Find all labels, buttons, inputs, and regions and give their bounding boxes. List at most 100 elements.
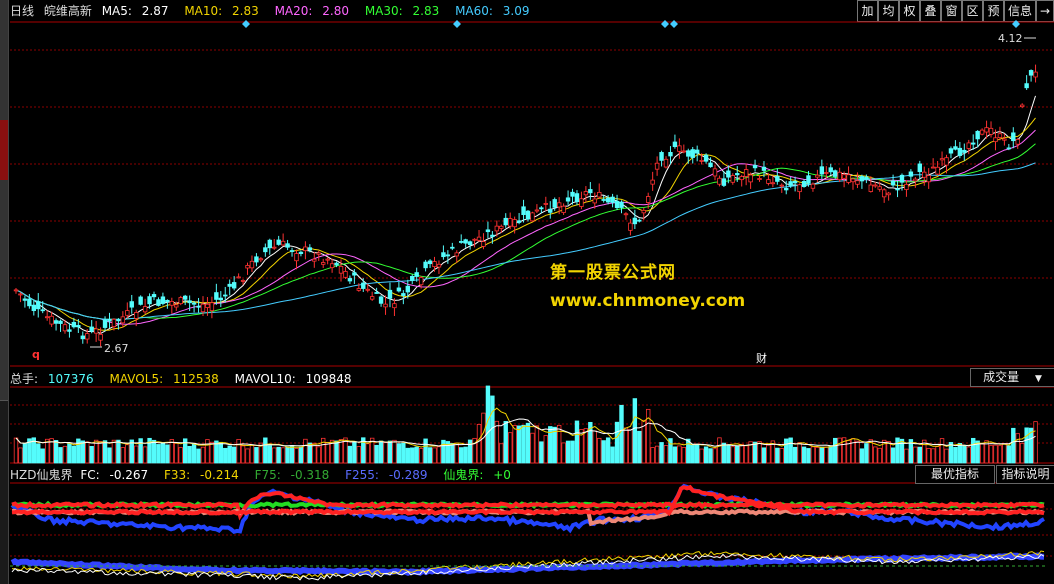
finance-marker[interactable]: 财 (756, 351, 767, 365)
candle-body (18, 293, 23, 296)
volume-bar (418, 448, 424, 464)
volume-bar (886, 441, 891, 464)
volume-bar (677, 445, 682, 464)
candle-body (530, 212, 535, 222)
candle-body (690, 149, 695, 158)
volume-bar (378, 440, 384, 464)
volume-bar (623, 427, 629, 464)
candle-body (236, 276, 241, 279)
candle-body (815, 174, 820, 178)
candle-body (828, 167, 833, 173)
volume-bar (494, 420, 500, 464)
candle-body (1024, 83, 1029, 89)
candle-body (730, 175, 735, 183)
event-diamond (1012, 20, 1020, 28)
mavol10-readout: MAVOL10: 109848 (235, 372, 358, 386)
volume-bar (503, 420, 508, 464)
volume-bar (423, 438, 428, 464)
volume-indicator-dropdown[interactable]: 成交量 ▼ (970, 368, 1054, 387)
volume-bar (775, 447, 780, 464)
volume-bar (873, 446, 878, 464)
candle-body (361, 282, 366, 289)
mavol5-label: MAVOL5: (109, 372, 164, 386)
best-indicator-button[interactable]: 最优指标 (915, 465, 995, 484)
volume-bar (779, 448, 784, 464)
candle-body (712, 168, 718, 177)
candle-body (930, 166, 936, 169)
candle-body (868, 184, 874, 192)
candle-body (454, 252, 459, 257)
volume-bar (107, 447, 112, 464)
candle-body (779, 184, 784, 187)
candle-body (165, 299, 170, 303)
volume-bar (280, 447, 286, 464)
candle-body (979, 129, 985, 135)
candle-body (939, 158, 945, 161)
volume-bar (512, 425, 517, 464)
chart-labels: 4.12 2.67 q 财 (32, 32, 1023, 365)
volume-bar (605, 437, 611, 464)
volume-bar (187, 445, 192, 464)
low-price-label: 2.67 (104, 342, 129, 355)
volume-bar (383, 442, 388, 464)
volume-bar (13, 437, 19, 464)
volume-bar (539, 441, 544, 464)
candle-body (174, 304, 179, 308)
candle-body (298, 251, 304, 255)
volume-bar (1019, 442, 1025, 464)
candle-body (276, 239, 281, 245)
candle-body (539, 207, 544, 210)
volume-bar (570, 440, 575, 464)
volume-bar (178, 447, 183, 464)
volume-bar (1024, 427, 1029, 464)
volume-bar (441, 439, 446, 464)
xgj-value: +0 (493, 468, 511, 482)
volume-bar (303, 438, 308, 464)
candle-body (784, 187, 789, 191)
candle-body (984, 127, 989, 133)
candle-body (686, 150, 691, 157)
candle-body (410, 275, 415, 281)
volume-bar (62, 445, 68, 464)
volume-bar (338, 439, 344, 464)
candle-body (432, 261, 437, 268)
candle-body (414, 272, 419, 277)
f255-label: F255: (345, 468, 379, 482)
candle-body (312, 258, 317, 262)
watermark-url: www.chnmoney.com (550, 291, 746, 311)
f33-label: F33: (164, 468, 191, 482)
volume-bar (151, 439, 157, 464)
kline-chart: 4.12 2.67 q 财 (10, 20, 1054, 581)
event-diamond (242, 20, 250, 28)
volume-bar (249, 444, 255, 464)
mavol5-readout: MAVOL5: 112538 (110, 372, 225, 386)
candle-body (748, 174, 753, 183)
candle-body (703, 154, 709, 162)
volume-bar (36, 443, 41, 464)
q-marker[interactable]: q (32, 348, 40, 361)
candle-body (1033, 71, 1038, 78)
volume-bar (939, 438, 945, 464)
volume-bar (913, 446, 918, 464)
candle-body (1011, 132, 1016, 142)
volume-bar (637, 430, 642, 464)
candle-body (240, 279, 246, 282)
candle-body (859, 176, 865, 182)
fc-value: -0.267 (109, 468, 149, 482)
candle-body (948, 148, 954, 154)
volume-bar (971, 437, 976, 464)
volume-bar (405, 447, 410, 464)
candle-body (837, 171, 842, 181)
candle-body (1002, 138, 1007, 141)
f255-value: -0.289 (388, 468, 428, 482)
candle-body (841, 174, 847, 179)
candle-body (681, 150, 687, 153)
indicator-help-button[interactable]: 指标说明 (996, 465, 1054, 484)
candle-body (347, 278, 353, 282)
candle-body (111, 318, 117, 327)
candle-body (107, 318, 112, 322)
candle-body (191, 302, 197, 305)
candle-body (320, 262, 326, 265)
volume-bar (240, 445, 246, 464)
candle-body (151, 294, 157, 298)
